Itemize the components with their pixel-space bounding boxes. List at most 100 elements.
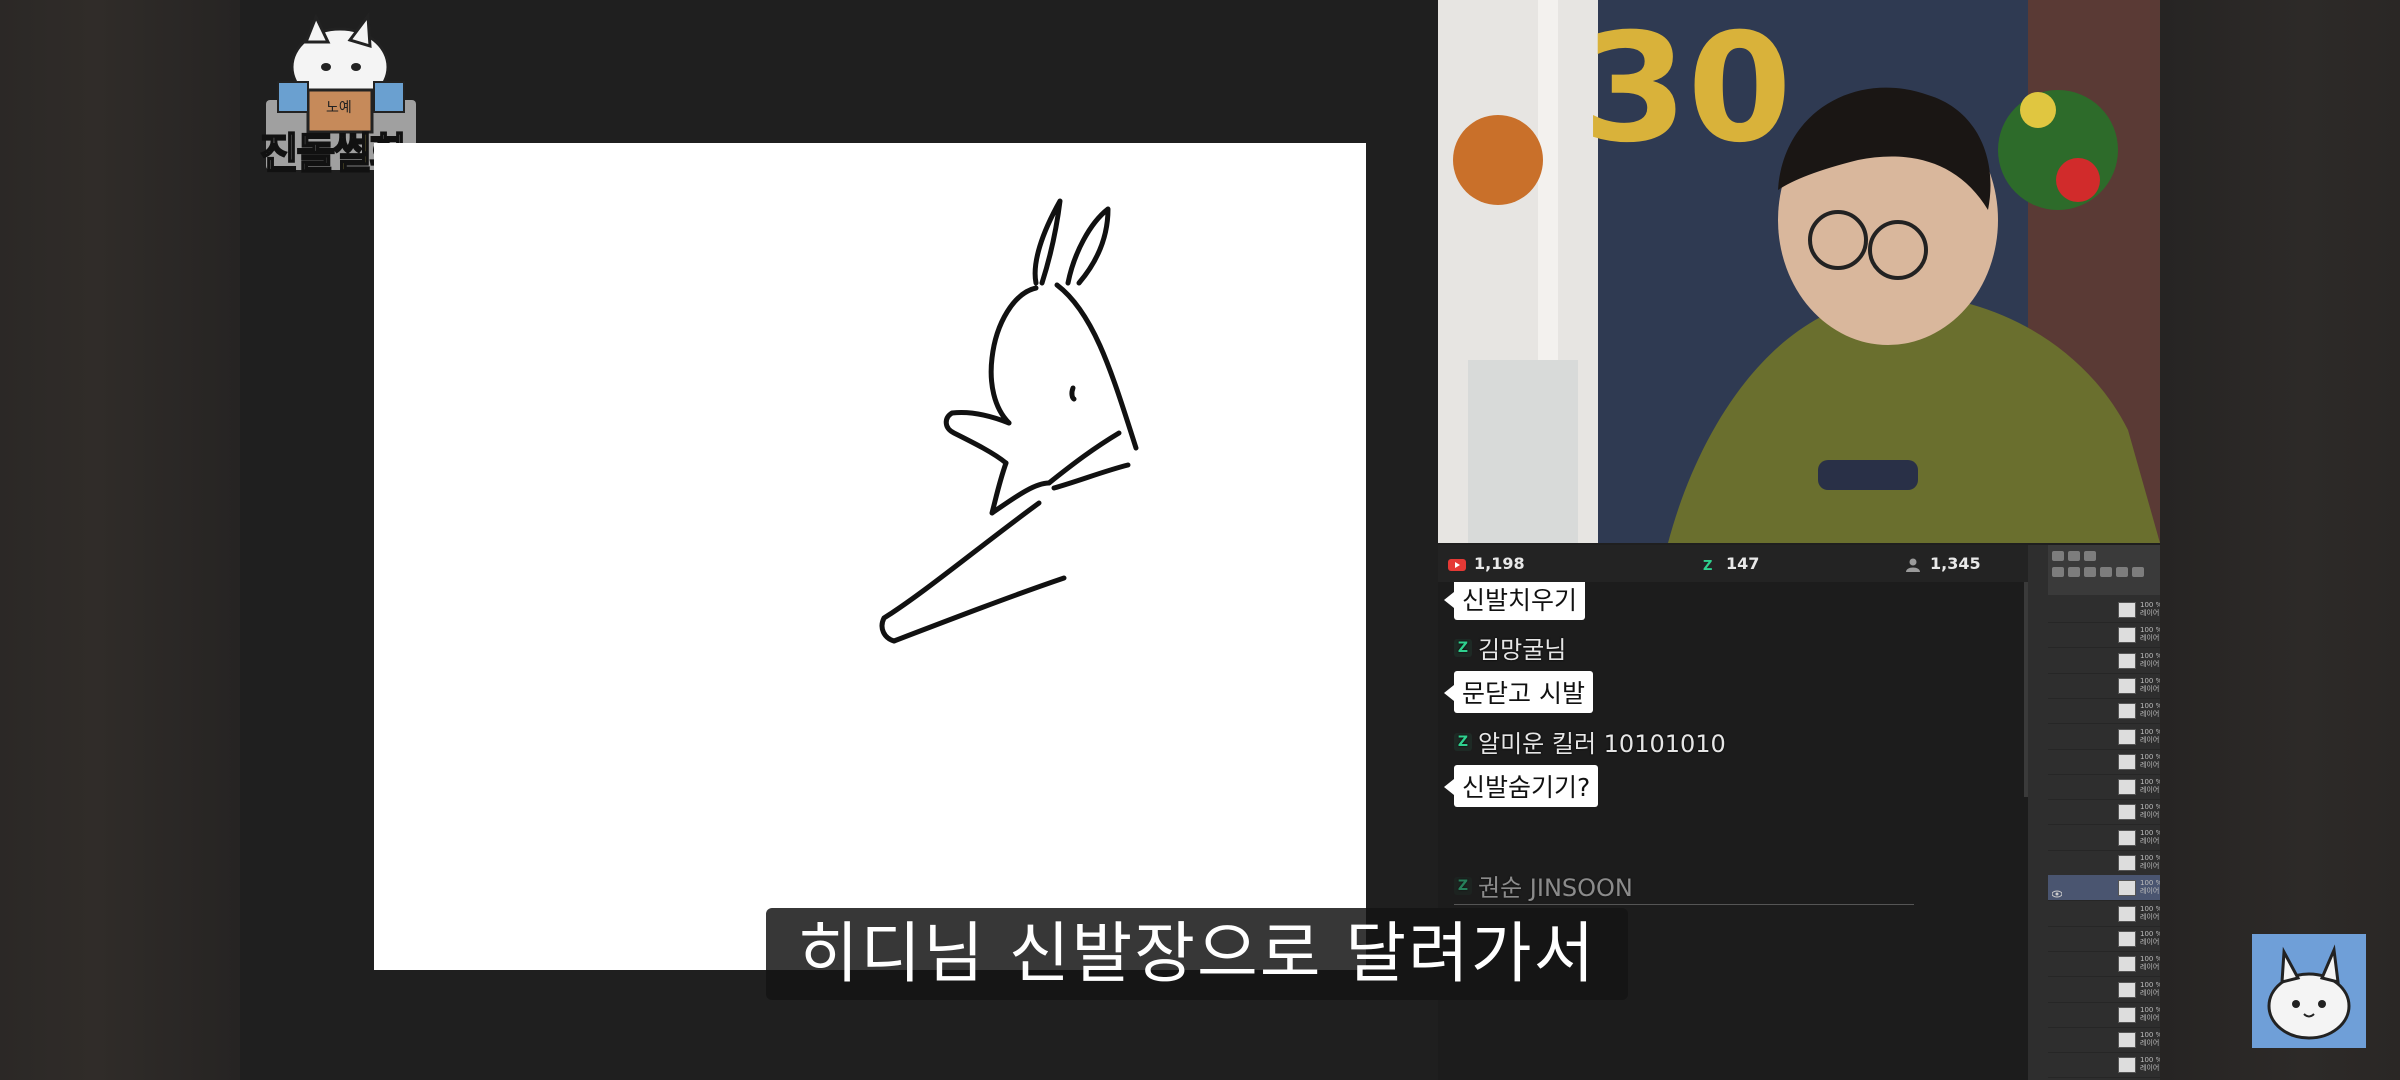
layer-thumbnail [2118,779,2136,796]
layer-label: 100 % 표레이어 8 [2140,929,2160,946]
layer-tool-icon[interactable] [2100,567,2112,577]
layer-thumbnail [2118,829,2136,846]
stream-frame: 노예 진돌썰화 [0,0,2400,1080]
layer-thumbnail [2118,652,2136,669]
layer-row[interactable]: 100 % 표레이어 2 [2048,648,2160,674]
layer-row[interactable]: 100 % 표레이어 8 [2048,850,2160,876]
layer-thumbnail [2118,703,2136,720]
youtube-count: 1,198 [1474,554,1525,573]
layer-tool-icon[interactable] [2068,551,2080,561]
chat-username: 권순 JINSOON [1478,874,1633,902]
layer-label: 100 % 표레이어 8 [2140,904,2160,921]
layer-tool-icon[interactable] [2052,567,2064,577]
layer-tool-icon[interactable] [2068,567,2080,577]
layer-tool-icon[interactable] [2132,567,2144,577]
layer-label: 100 % 표레이어 2 [2140,676,2160,693]
youtube-stat: 1,198 [1448,554,1525,573]
layer-label: 100 % 표레이어 4 [2140,702,2160,719]
layer-thumbnail [2118,1006,2136,1023]
layer-row[interactable]: 100 % 표레이어 1 [2048,597,2160,623]
layer-row[interactable]: 100 % 표레이어 5 [2048,749,2160,775]
chat-message: Z 알미운 킬러 10101010 신발숨기기? [1443,724,1726,807]
layer-row[interactable]: 100 % 표레이어 4 [2048,724,2160,750]
layer-row[interactable]: 100 % 표레이어 7 [2048,977,2160,1003]
layer-thumbnail [2118,753,2136,770]
layer-row[interactable]: 100 % 표레이어 7 [2048,951,2160,978]
layer-row[interactable]: 100 % 표레이어 2 [2048,622,2160,649]
chat-username: 알미운 킬러 10101010 [1478,730,1726,758]
layer-label: 100 % 표레이어 2 [2140,651,2160,668]
layer-label: 100 % 표레이어 8 [2140,828,2160,845]
layer-label: 100 % 표레이어 7 [2140,955,2160,972]
rabbit-avatar-icon [2252,934,2366,1048]
chzzk-icon: Z [1700,557,1718,574]
layer-label: 100 % 표레이어 7 [2140,980,2160,997]
chat-bubble: 문닫고 시발 [1444,671,1593,713]
layer-row[interactable]: 100 % 표레이어 2 [2048,673,2160,699]
layer-thumbnail [2118,804,2136,821]
chzzk-count: 147 [1726,554,1760,573]
layer-thumbnail [2118,677,2136,694]
layer-label: 100 % 표레이어 5 [2140,752,2160,769]
viewer-stats-bar: 1,198 Z 147 1,345 [1438,545,2028,582]
layer-row[interactable]: 100 % 표레이어 7 [2048,1002,2160,1028]
layer-label: 100 % 표레이어 4 [2140,727,2160,744]
layer-row[interactable]: 100 % 표레이어 8 [2048,926,2160,952]
layer-thumbnail [2118,602,2136,618]
layer-row[interactable]: 100 % 표레이어 9 [2048,875,2160,902]
layer-thumbnail [2118,905,2136,922]
chzzk-stat: Z 147 [1700,554,1760,574]
layer-label: 100 % 표레이어 7 [2140,1056,2160,1073]
chat-divider [1454,904,1914,905]
layer-thumbnail [2118,930,2136,947]
subtitle-caption: 히디님 신발장으로 달려가서 [766,908,1628,1000]
chat-username: 김망굴님 [1478,636,1567,664]
layer-row[interactable]: 100 % 표레이어 7 [2048,1027,2160,1054]
total-viewer-count: 1,345 [1930,554,1981,573]
layer-row[interactable]: 100 % 표레이어 8 [2048,825,2160,851]
layer-label: 100 % 표레이어 2 [2140,626,2160,643]
layer-tool-icon[interactable] [2052,551,2064,561]
layer-thumbnail [2118,1057,2136,1074]
layer-label: 100 % 표레이어 5 [2140,778,2160,795]
layer-panel[interactable]: 100 % 표레이어 1 100 % 표레이어 2 100 % 표레이어 2 100 … [2028,545,2160,1080]
eye-icon[interactable] [2051,883,2063,898]
chat-panel[interactable]: 신발치우기 Z 김망굴님 문닫고 시발 Z 알미운 킬러 10101010 신발… [1438,582,2028,1080]
layer-label: 100 % 표레이어 7 [2140,1031,2160,1048]
left-blurred-border [0,0,240,1080]
layer-row[interactable]: 100 % 표레이어 4 [2048,698,2160,725]
total-viewers-stat: 1,345 [1904,554,1981,573]
layer-tool-icon[interactable] [2116,567,2128,577]
chzzk-badge-icon: Z [1454,638,1472,657]
chat-message: Z 김망굴님 문닫고 시발 [1444,630,1593,713]
rabbit-sketch [879,198,1139,644]
chat-bubble: 신발치우기 [1443,582,1586,620]
layer-toolbar [2048,545,2160,595]
layer-thumbnail [2118,1032,2136,1049]
drawing-canvas[interactable] [374,143,1366,970]
webcam-feed: 30 [1438,0,2160,543]
layer-thumbnail [2118,981,2136,998]
layer-tool-icon[interactable] [2084,567,2096,577]
layer-row[interactable]: 100 % 표레이어 5 [2048,774,2160,801]
layer-row[interactable]: 100 % 표레이어 7 [2048,799,2160,826]
layer-row[interactable]: 100 % 표레이어 7 [2048,1052,2160,1079]
layer-label: 100 % 표레이어 9 [2140,879,2160,896]
layer-label: 100 % 표레이어 1 [2140,601,2160,617]
chzzk-badge-icon: Z [1454,876,1472,895]
youtube-icon [1448,557,1466,571]
layer-label: 100 % 표레이어 8 [2140,854,2160,870]
chat-bubble: 신발숨기기? [1443,765,1599,807]
layer-thumbnail [2118,855,2136,871]
layer-label: 100 % 표레이어 7 [2140,1005,2160,1022]
layer-thumbnail [2118,956,2136,973]
layer-tool-icon[interactable] [2084,551,2096,561]
layer-label: 100 % 표레이어 7 [2140,803,2160,820]
right-blurred-border [2160,0,2400,1080]
svg-text:노예: 노예 [326,100,352,116]
chat-message: 신발치우기 [1443,582,1586,620]
person-icon [1904,557,1922,572]
layer-thumbnail [2118,728,2136,745]
layer-row[interactable]: 100 % 표레이어 8 [2048,901,2160,927]
chat-message: Z 권순 JINSOON [1454,868,1633,903]
